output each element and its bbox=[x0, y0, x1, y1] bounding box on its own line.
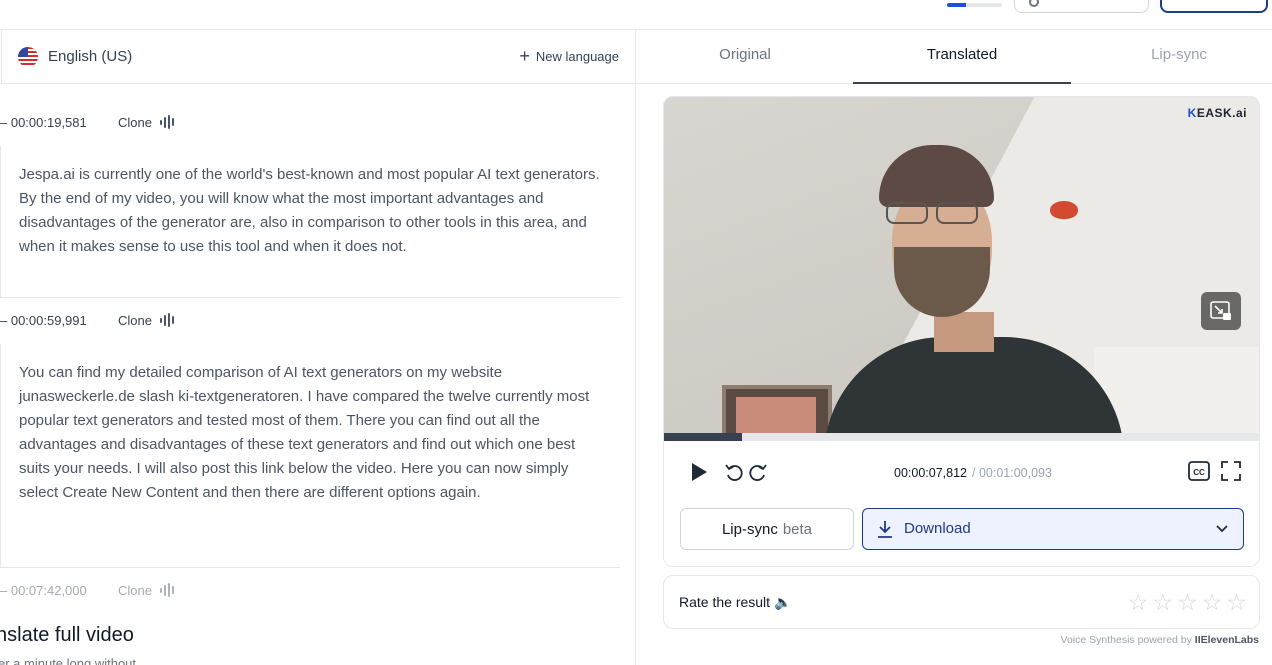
segment-time: – 00:00:59,991 bbox=[0, 312, 87, 328]
beta-badge: beta bbox=[782, 520, 813, 538]
clone-voice-button[interactable]: Clone bbox=[118, 583, 174, 598]
preview-pane: Original Translated Lip-sync KEASK.ai 00… bbox=[636, 30, 1272, 665]
elevenlabs-logo: IIElevenLabs bbox=[1194, 634, 1259, 646]
watermark-text: EASK.ai bbox=[1196, 106, 1247, 120]
top-primary-button[interactable] bbox=[1160, 0, 1268, 13]
tab-lip-sync[interactable]: Lip-sync bbox=[1070, 30, 1272, 84]
clone-label: Clone bbox=[118, 114, 152, 130]
rate-label: Rate the result 🔈 bbox=[679, 594, 792, 610]
smoke-detector bbox=[1050, 201, 1078, 219]
video-frame[interactable]: KEASK.ai bbox=[664, 97, 1259, 433]
watermark-logo: KEASK.ai bbox=[1187, 106, 1247, 120]
download-icon bbox=[877, 520, 893, 542]
segment-text: You can find my detailed comparison of A… bbox=[19, 364, 590, 501]
play-icon[interactable] bbox=[690, 462, 708, 487]
total-time: / 00:01:00,093 bbox=[972, 466, 1052, 480]
current-time: 00:00:07,812 bbox=[894, 466, 967, 480]
star-icon[interactable]: ☆ bbox=[1226, 590, 1247, 614]
segment-time: – 00:07:42,000 bbox=[0, 582, 87, 598]
lip-sync-button[interactable]: Lip-sync beta bbox=[680, 508, 854, 550]
fullscreen-icon[interactable] bbox=[1220, 460, 1242, 487]
spinner-icon bbox=[1029, 0, 1039, 7]
language-selector[interactable]: English (US) bbox=[48, 48, 132, 65]
forward-icon[interactable] bbox=[747, 461, 769, 488]
rewind-icon[interactable] bbox=[723, 461, 745, 488]
plus-icon: + bbox=[519, 46, 530, 66]
transcript-pane: English (US) + New language – 00:00:19,5… bbox=[0, 30, 636, 665]
waveform-icon bbox=[159, 583, 174, 597]
chevron-down-icon[interactable] bbox=[1215, 522, 1229, 540]
star-icon[interactable]: ☆ bbox=[1202, 590, 1223, 614]
picture-in-picture-button[interactable] bbox=[1201, 292, 1241, 330]
captions-icon[interactable]: CC bbox=[1188, 460, 1210, 487]
segment-text: Jespa.ai is currently one of the world's… bbox=[19, 166, 600, 255]
powered-prefix: Voice Synthesis powered by bbox=[1060, 634, 1192, 646]
segment-text-box[interactable]: Jespa.ai is currently one of the world's… bbox=[0, 146, 620, 298]
download-button[interactable]: Download bbox=[862, 508, 1244, 550]
language-bar: English (US) + New language bbox=[0, 30, 635, 84]
player-controls: 00:00:07,812 / 00:01:00,093 CC bbox=[664, 449, 1259, 497]
star-icon[interactable]: ☆ bbox=[1153, 590, 1174, 614]
segment-time: – 00:00:19,581 bbox=[0, 114, 87, 130]
picture-in-picture-icon bbox=[1210, 301, 1231, 320]
star-rating: ☆ ☆ ☆ ☆ ☆ bbox=[1128, 590, 1247, 614]
svg-text:CC: CC bbox=[1193, 468, 1205, 477]
star-icon[interactable]: ☆ bbox=[1128, 590, 1149, 614]
top-bar bbox=[0, 0, 1272, 30]
tab-translated[interactable]: Translated bbox=[853, 30, 1071, 84]
waveform-icon bbox=[159, 313, 174, 327]
clone-label: Clone bbox=[118, 582, 152, 598]
upload-progress-bar bbox=[947, 3, 1002, 7]
clone-label: Clone bbox=[118, 312, 152, 328]
clone-voice-button[interactable]: Clone bbox=[118, 115, 174, 130]
download-label: Download bbox=[904, 520, 971, 537]
video-player: KEASK.ai 00:00:07,812 / 00:01:00,093 CC bbox=[663, 96, 1260, 567]
powered-by-note: Voice Synthesis powered by IIElevenLabs bbox=[1061, 634, 1259, 646]
rating-card: Rate the result 🔈 ☆ ☆ ☆ ☆ ☆ bbox=[663, 575, 1260, 629]
segment-text-box[interactable]: You can find my detailed comparison of A… bbox=[0, 344, 620, 568]
tab-original[interactable]: Original bbox=[636, 30, 854, 84]
clone-voice-button[interactable]: Clone bbox=[118, 313, 174, 328]
preview-tabs: Original Translated Lip-sync bbox=[636, 30, 1272, 84]
translate-full-video-subtitle: er a minute long without bbox=[0, 656, 137, 665]
new-language-button[interactable]: + New language bbox=[519, 46, 619, 66]
us-flag-icon bbox=[18, 47, 38, 67]
translate-full-video-title: nslate full video bbox=[0, 624, 134, 646]
lip-sync-label: Lip-sync bbox=[721, 520, 778, 538]
waveform-icon bbox=[159, 115, 174, 129]
video-progress-bar[interactable] bbox=[664, 433, 1259, 441]
wall-picture bbox=[722, 385, 832, 433]
star-icon[interactable]: ☆ bbox=[1177, 590, 1198, 614]
top-secondary-button[interactable] bbox=[1014, 0, 1149, 13]
new-language-label: New language bbox=[535, 49, 619, 64]
